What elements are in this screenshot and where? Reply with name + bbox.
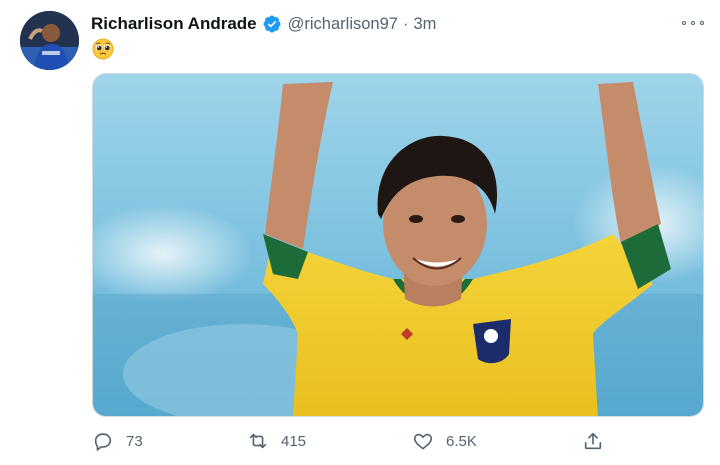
reply-button[interactable]: 73 (92, 428, 143, 454)
share-button[interactable] (582, 428, 604, 454)
photo-footballer-arms-raised (93, 74, 703, 416)
tweet-actions: 73 415 6.5K (92, 428, 612, 454)
more-options-button[interactable] (682, 16, 704, 30)
author-name[interactable]: Richarlison Andrade (91, 14, 257, 34)
pleading-face-emoji (92, 38, 114, 60)
retweet-icon (249, 433, 267, 449)
like-icon (413, 433, 433, 450)
author-avatar[interactable] (20, 11, 79, 70)
author-handle[interactable]: @richarlison97 (288, 15, 398, 34)
reply-count: 73 (126, 432, 143, 450)
tweet-header: Richarlison Andrade @richarlison97 · 3m (91, 13, 436, 35)
retweet-count: 415 (281, 432, 307, 450)
verified-icon (263, 15, 281, 33)
more-icon-dot (691, 21, 695, 25)
tweet-timestamp[interactable]: 3m (413, 15, 436, 34)
like-count: 6.5K (446, 432, 477, 450)
more-icon (682, 21, 686, 25)
like-button[interactable]: 6.5K (412, 428, 477, 454)
more-icon-dot (700, 21, 704, 25)
share-icon (584, 432, 602, 450)
separator-dot: · (402, 14, 409, 33)
reply-icon (94, 433, 112, 452)
tweet-media-photo[interactable] (92, 73, 704, 417)
avatar-image (20, 11, 79, 70)
retweet-button[interactable]: 415 (247, 428, 306, 454)
